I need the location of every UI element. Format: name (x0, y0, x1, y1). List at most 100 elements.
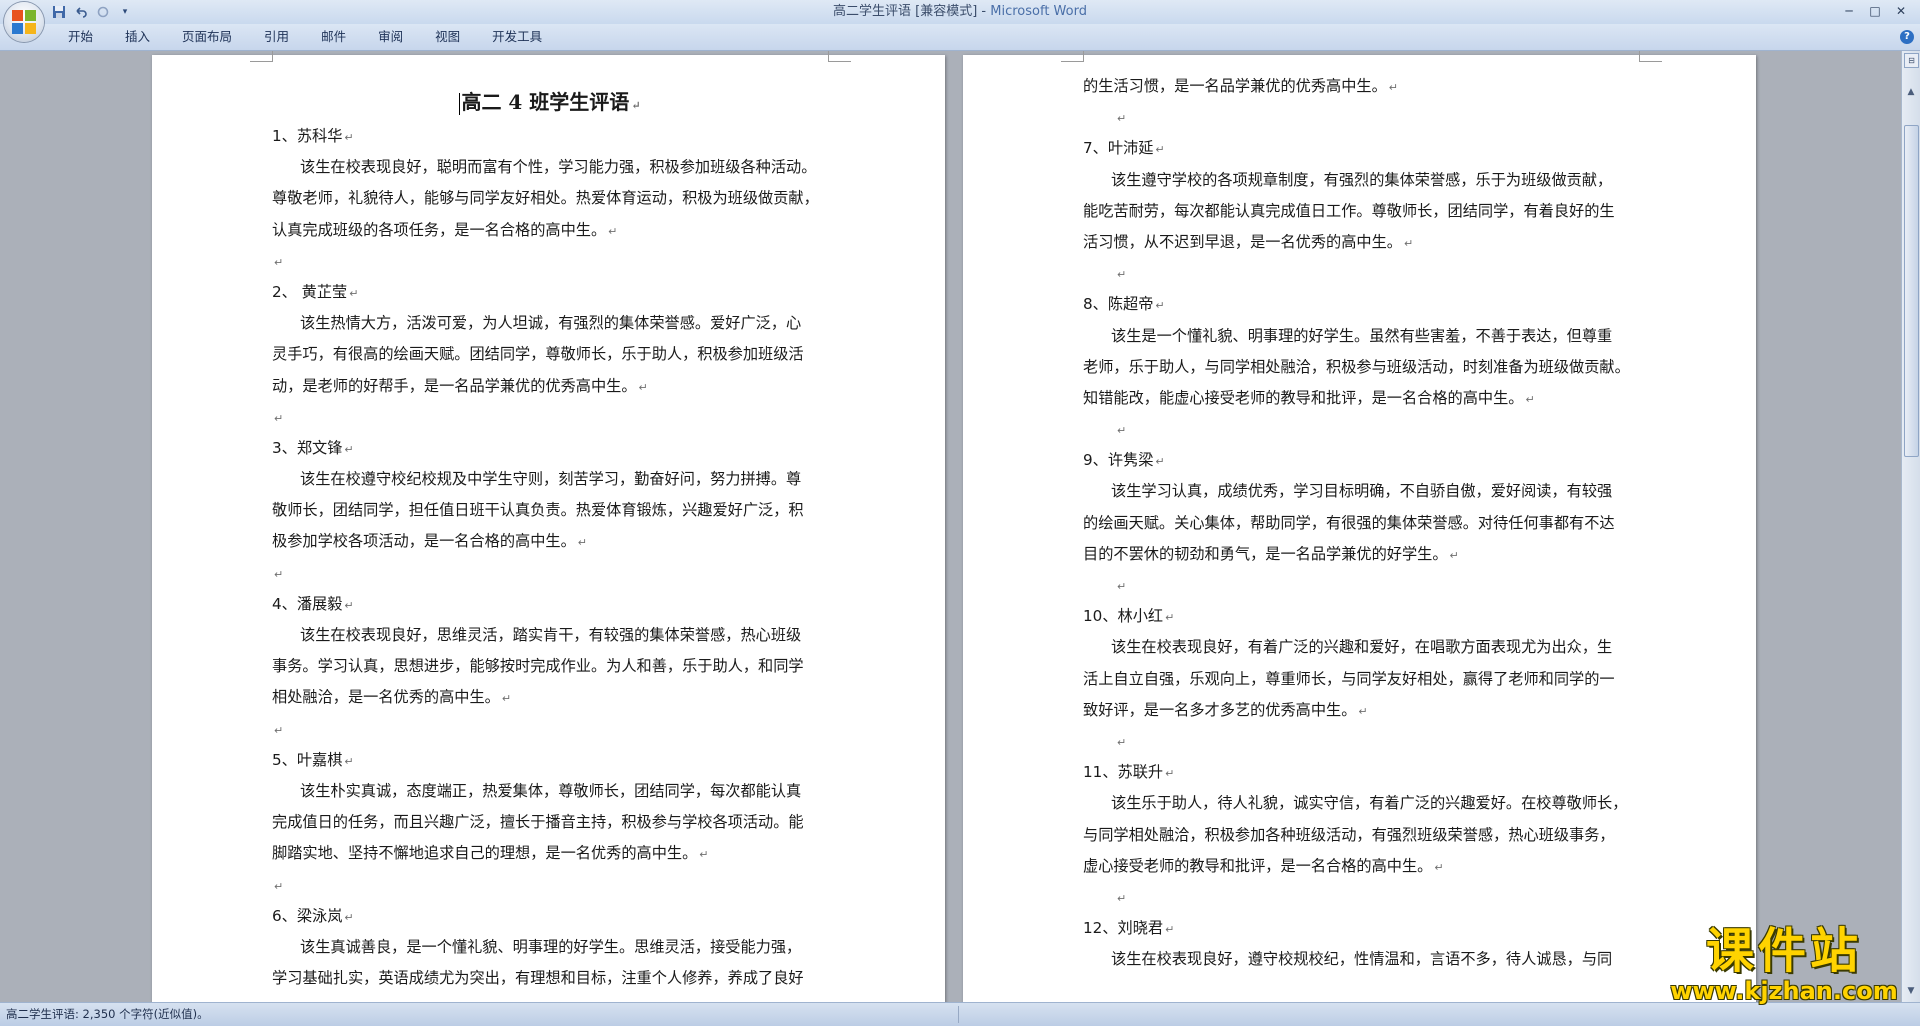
margin-corner-mark (1639, 51, 1662, 62)
comment-line: 动，是老师的好帮手，是一名品学兼优的优秀高中生。 ↵ (272, 376, 648, 395)
customize-icon[interactable]: ▾ (116, 3, 134, 21)
maximize-button[interactable]: □ (1862, 2, 1888, 20)
student-name: 5、叶嘉棋 ↵ (272, 750, 354, 769)
document-area[interactable]: 高二 4 班学生评语 ↵ 1、苏科华 ↵ 该生在校表现良好，聪明而富有个性，学习能力强… (0, 51, 1902, 1002)
tab-review[interactable]: 审阅 (362, 24, 419, 50)
comment-line: 活习惯，从不迟到早退，是一名优秀的高中生。 ↵ (1083, 232, 1414, 251)
student-name: 6、梁泳岚 ↵ (272, 906, 354, 925)
watermark-url: www.kjzhan.com (1670, 977, 1898, 1005)
margin-corner-mark (1061, 51, 1084, 62)
comment-line: 知错能改，能虚心接受老师的教导和批评，是一名合格的高中生。 ↵ (1083, 388, 1535, 407)
comment-line: 活上自立自强，乐观向上，尊重师长，与同学友好相处，赢得了老师和同学的一 (1083, 669, 1615, 688)
page-2-text[interactable]: 的生活习惯，是一名品学兼优的优秀高中生。 ↵ ↵ 7、叶沛延 ↵ 该生遵守学校的各项规章… (1083, 71, 1639, 975)
ribbon-tabs: 开始 插入 页面布局 引用 邮件 审阅 视图 开发工具 (52, 24, 558, 50)
tab-home[interactable]: 开始 (52, 24, 109, 50)
comment-line: 脚踏实地、坚持不懈地追求自己的理想，是一名优秀的高中生。 ↵ (272, 844, 709, 863)
comment-line: 该生是一个懂礼貌、明事理的好学生。虽然有些害羞，不善于表达，但尊重 (1111, 326, 1613, 345)
document-heading: 高二 4 班学生评语 ↵ (459, 90, 641, 115)
student-name: 12、刘晓君 ↵ (1083, 919, 1175, 938)
comment-line: 相处融洽，是一名优秀的高中生。 ↵ (272, 688, 512, 707)
help-icon[interactable]: ? (1900, 30, 1914, 44)
comment-line: 致好评，是一名多才多艺的优秀高中生。 ↵ (1083, 700, 1368, 719)
student-name: 10、林小红 ↵ (1083, 607, 1175, 626)
comment-line: 与同学相处融洽，积极参加各种班级活动，有强烈班级荣誉感，热心班级事务， (1083, 825, 1615, 844)
empty-paragraph: ↵ (274, 567, 284, 581)
status-text: 高二学生评语: 2,350 个字符(近似值)。 (6, 1007, 209, 1021)
empty-paragraph: ↵ (1117, 268, 1127, 282)
scrollbar-thumb[interactable] (1904, 125, 1919, 457)
tab-references[interactable]: 引用 (248, 24, 305, 50)
tab-mailings[interactable]: 邮件 (305, 24, 362, 50)
student-name: 1、苏科华 ↵ (272, 127, 354, 145)
empty-paragraph: ↵ (1117, 735, 1127, 749)
undo-icon[interactable] (72, 3, 90, 21)
app-name: Microsoft Word (990, 4, 1087, 19)
status-bar: 高二学生评语: 2,350 个字符(近似值)。 (0, 1002, 1920, 1026)
comment-line: 的绘画天赋。关心集体，帮助同学，有很强的集体荣誉感。对待任何事都有不达 (1083, 513, 1615, 532)
office-button[interactable] (4, 2, 44, 42)
vertical-scrollbar[interactable]: ⊟ ▲ ▼ (1901, 51, 1920, 1002)
tab-page-layout[interactable]: 页面布局 (166, 24, 248, 50)
close-button[interactable]: ✕ (1888, 2, 1914, 20)
comment-line: 认真完成班级的各项任务，是一名合格的高中生。 ↵ (272, 220, 618, 239)
comment-line: 该生学习认真，成绩优秀，学习目标明确，不自骄自傲，爱好阅读，有较强 (1111, 482, 1613, 501)
empty-paragraph: ↵ (1117, 580, 1127, 593)
scroll-up-icon[interactable]: ▲ (1904, 85, 1918, 99)
quick-access-toolbar: ▾ (50, 3, 134, 21)
empty-paragraph: ↵ (1117, 424, 1127, 438)
comment-line: 该生在校表现良好，聪明而富有个性，学习能力强，积极参加班级各种活动。 (300, 158, 817, 177)
tab-developer[interactable]: 开发工具 (476, 24, 558, 50)
comment-line: 老师，乐于助人，与同学相处融洽，积极参与班级活动，时刻准备为班级做贡献。 (1083, 357, 1630, 376)
margin-corner-mark (250, 51, 273, 62)
comment-line: 目的不罢休的韧劲和勇气，是一名品学兼优的好学生。 ↵ (1083, 544, 1459, 563)
page-1[interactable]: 高二 4 班学生评语 ↵ 1、苏科华 ↵ 该生在校表现良好，聪明而富有个性，学习能力强… (152, 51, 945, 1002)
comment-line: 能吃苦耐劳，每次都能认真完成值日工作。尊敬师长，团结同学，有着良好的生 (1083, 201, 1615, 220)
view-ruler-icon[interactable]: ⊟ (1904, 53, 1919, 68)
minimize-button[interactable]: ─ (1836, 2, 1862, 20)
window-title: 高二学生评语 [兼容模式] - Microsoft Word (833, 4, 1087, 19)
title-bar: 高二学生评语 [兼容模式] - Microsoft Word ▾ ─ □ ✕ (0, 0, 1920, 25)
comment-line: 该生乐于助人，待人礼貌，诚实守信，有着广泛的兴趣爱好。在校尊敬师长， (1111, 794, 1628, 813)
comment-line: 学习基础扎实，英语成绩尤为突出，有理想和目标，注重个人修养，养成了良好 (272, 969, 804, 988)
save-icon[interactable] (50, 3, 68, 21)
redo-icon[interactable] (94, 3, 112, 21)
comment-line: 该生在校遵守校纪校规及中学生守则，刻苦学习，勤奋好问，努力拼搏。尊 (300, 470, 802, 489)
student-name: 7、叶沛延 ↵ (1083, 139, 1165, 158)
comment-line: 该生遵守学校的各项规章制度，有强烈的集体荣誉感，乐于为班级做贡献， (1111, 170, 1613, 189)
status-divider (958, 1006, 959, 1023)
comment-line: 极参加学校各项活动，是一名合格的高中生。 ↵ (272, 532, 587, 551)
watermark-logo: 课件站 www.kjzhan.com (1660, 923, 1908, 1003)
margin-corner-mark (828, 51, 851, 62)
page-2[interactable]: 的生活习惯，是一名品学兼优的优秀高中生。 ↵ ↵ 7、叶沛延 ↵ 该生遵守学校的各项规章… (963, 51, 1756, 1002)
comment-line: 该生在校表现良好，思维灵活，踏实肯干，有较强的集体荣誉感，热心班级 (300, 626, 802, 644)
student-name: 8、陈超帝 ↵ (1083, 295, 1165, 314)
ribbon: 开始 插入 页面布局 引用 邮件 审阅 视图 开发工具 ? (0, 24, 1920, 51)
comment-line: 尊敬老师，礼貌待人，能够与同学友好相处。热爱体育运动，积极为班级做贡献， (272, 189, 819, 208)
comment-line: 该生真诚善良，是一个懂礼貌、明事理的好学生。思维灵活，接受能力强， (300, 937, 802, 956)
empty-paragraph: ↵ (1117, 891, 1127, 905)
comment-line: 敬师长，团结同学，担任值日班干认真负责。热爱体育锻炼，兴趣爱好广泛，积 (272, 501, 804, 520)
student-name: 3、郑文锋 ↵ (272, 438, 354, 457)
comment-line: 灵手巧，有很高的绘画天赋。团结同学，尊敬师长，乐于助人，积极参加班级活 (272, 345, 804, 364)
comment-line: 虚心接受老师的教导和批评，是一名合格的高中生。 ↵ (1083, 856, 1444, 875)
document-name: 高二学生评语 [兼容模式] (833, 4, 978, 19)
comment-line: 该生在校表现良好，遵守校规校纪，性情温和，言语不多，待人诚恳，与同 (1111, 950, 1613, 969)
office-logo-icon (12, 10, 36, 34)
window-controls: ─ □ ✕ (1836, 2, 1914, 20)
comment-line: 该生在校表现良好，有着广泛的兴趣和爱好，在唱歌方面表现尤为出众，生 (1111, 638, 1613, 657)
empty-paragraph: ↵ (274, 723, 284, 737)
continued-line: 的生活习惯，是一名品学兼优的优秀高中生。 ↵ (1083, 77, 1398, 95)
comment-line: 事务。学习认真，思想进步，能够按时完成作业。为人和善，乐于助人，和同学 (272, 657, 804, 676)
tab-insert[interactable]: 插入 (109, 24, 166, 50)
tab-view[interactable]: 视图 (419, 24, 476, 50)
empty-paragraph: ↵ (274, 879, 284, 893)
comment-line: 该生朴实真诚，态度端正，热爱集体，尊敬师长，团结同学，每次都能认真 (300, 781, 802, 800)
student-name: 9、许隽梁 ↵ (1083, 451, 1165, 470)
empty-paragraph: ↵ (1117, 112, 1127, 126)
empty-paragraph: ↵ (274, 411, 284, 425)
comment-line: 该生热情大方，活泼可爱，为人坦诚，有强烈的集体荣誉感。爱好广泛，心 (300, 314, 802, 333)
page-1-text[interactable]: 高二 4 班学生评语 ↵ 1、苏科华 ↵ 该生在校表现良好，聪明而富有个性，学习能力强… (272, 83, 828, 994)
empty-paragraph: ↵ (274, 255, 284, 269)
student-name: 4、潘展毅 ↵ (272, 594, 354, 613)
student-name: 11、苏联升 ↵ (1083, 763, 1175, 782)
